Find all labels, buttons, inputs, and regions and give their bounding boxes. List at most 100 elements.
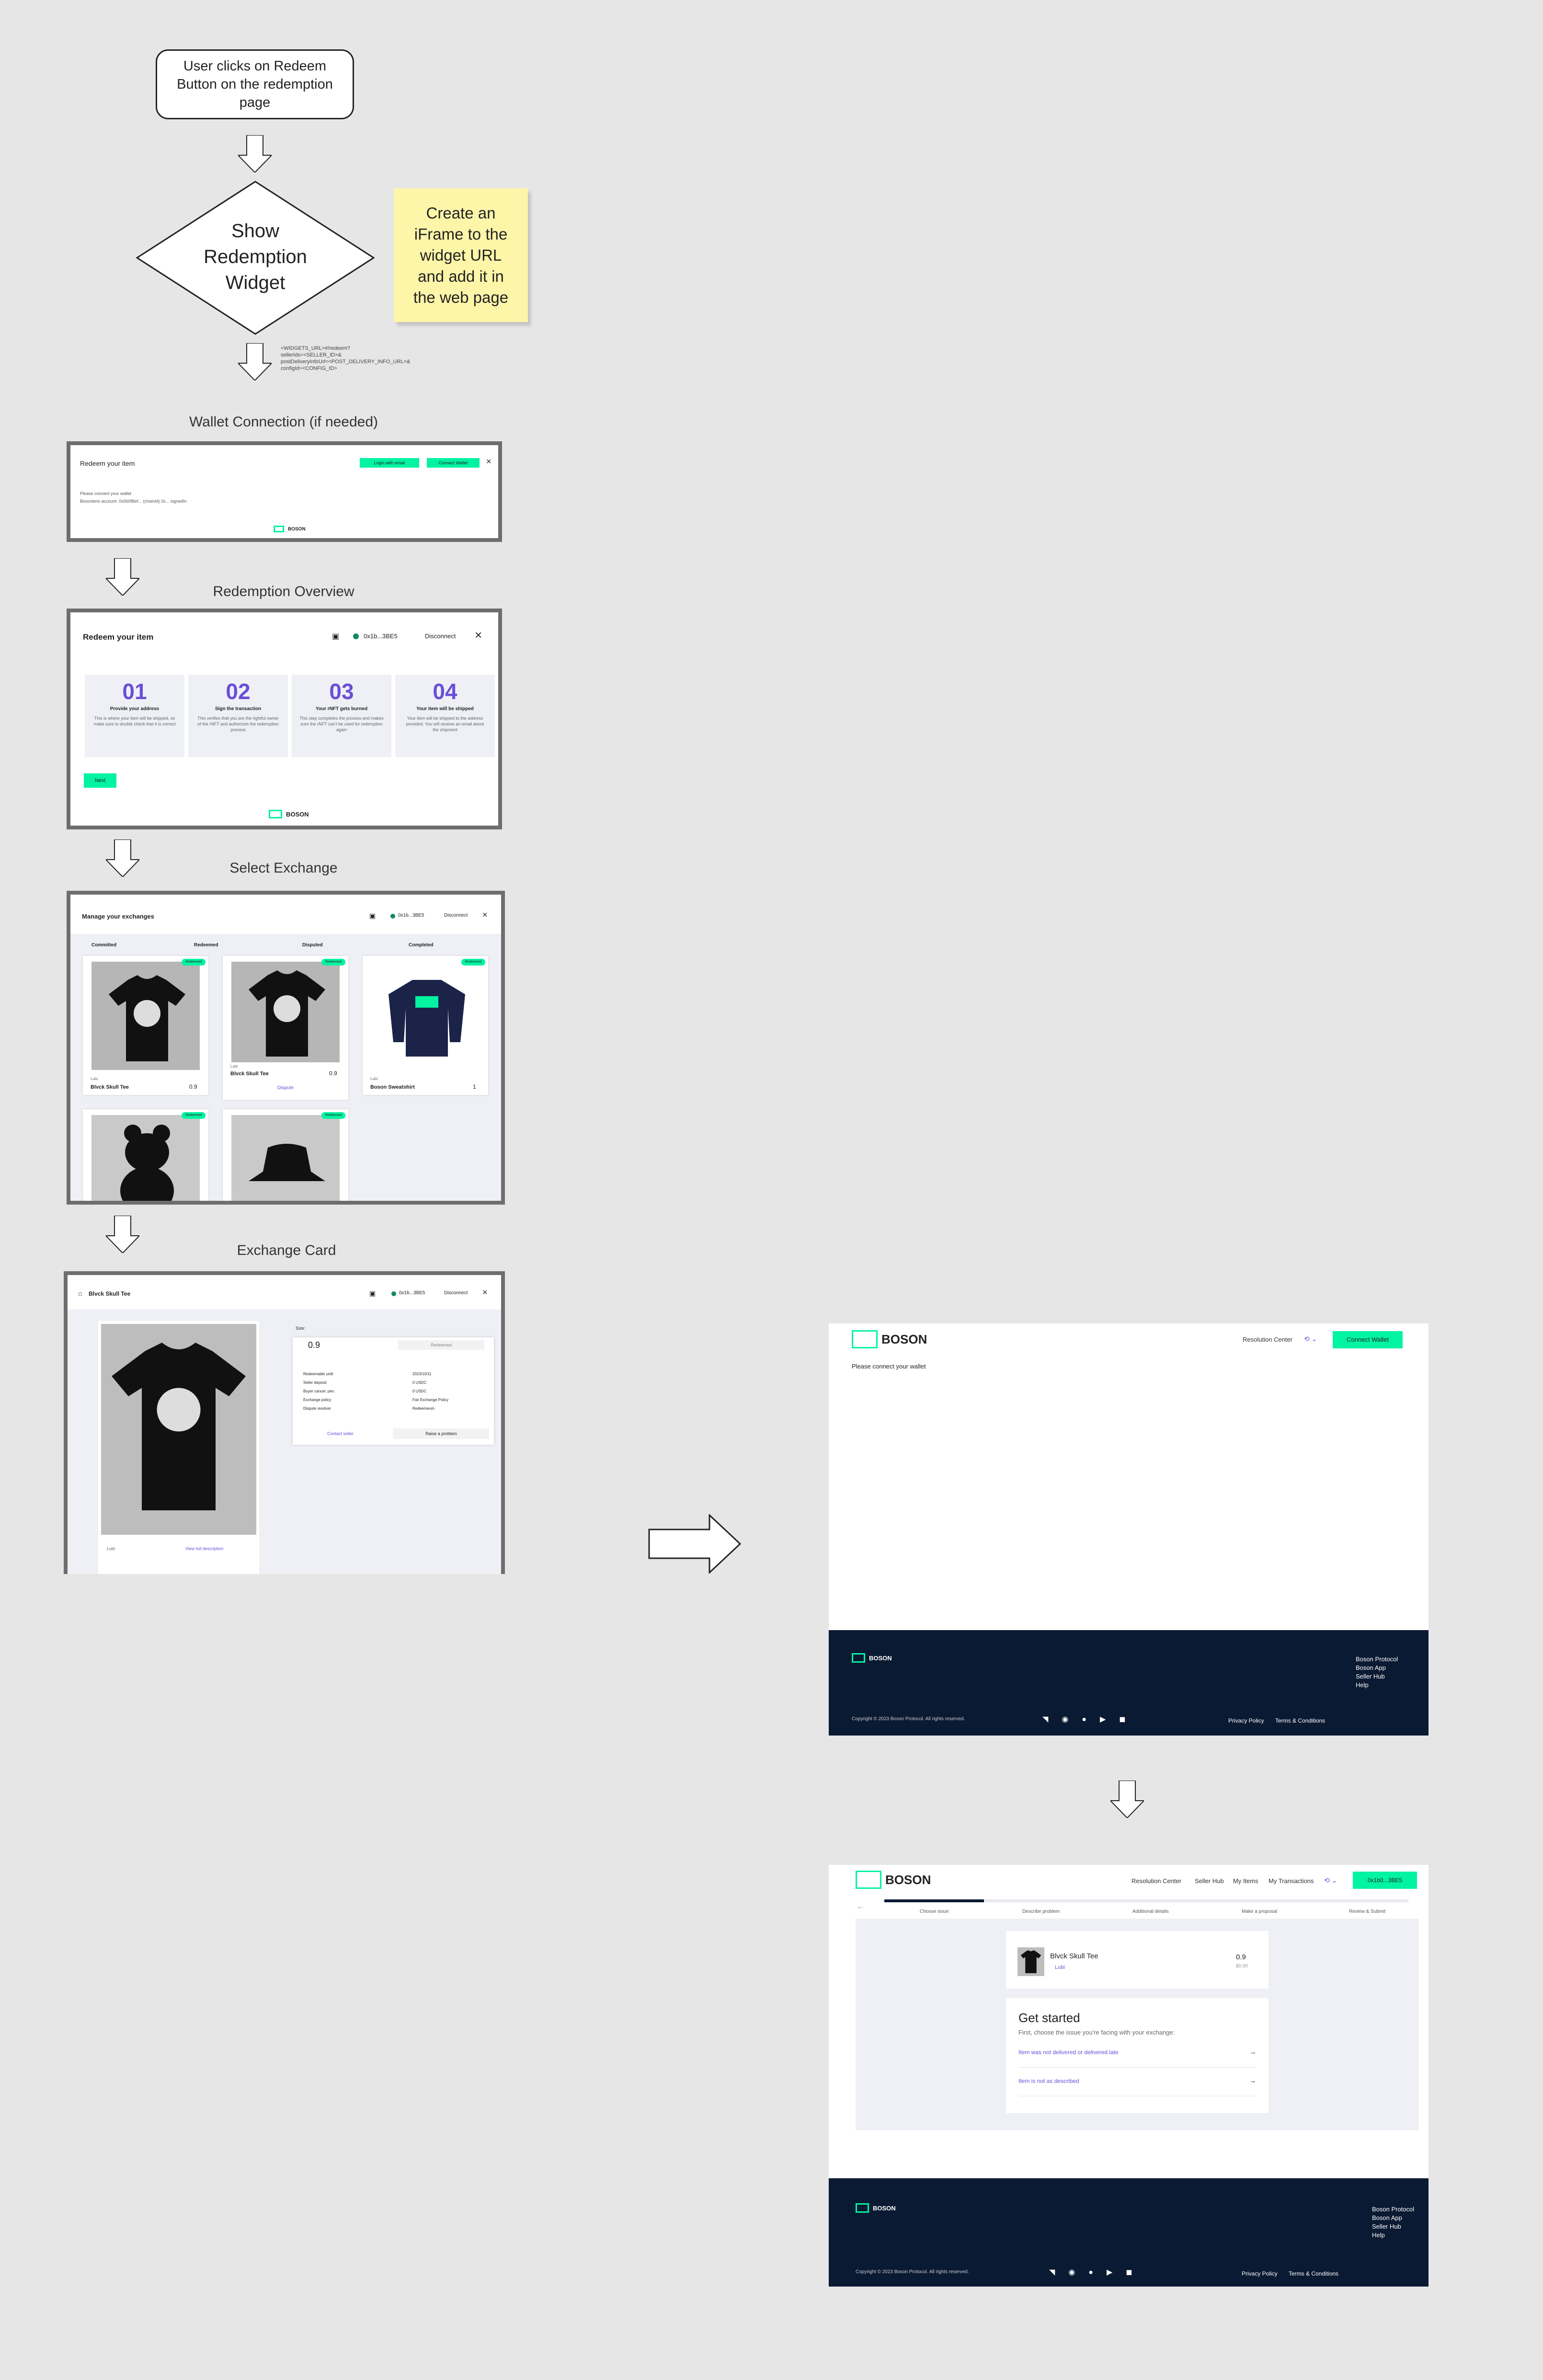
terms-link[interactable]: Terms & Conditions (1275, 1717, 1325, 1724)
detail-row: Redeemable until 2023/10/11 (303, 1372, 485, 1376)
connect-wallet-label: Connect Wallet (438, 460, 468, 465)
discord-icon[interactable]: ◉ (1068, 2268, 1088, 2277)
network-selector[interactable]: ⟲ ⌄ (1324, 1876, 1337, 1885)
footer-link-protocol[interactable]: Boson Protocol (1372, 2205, 1414, 2214)
discord-icon[interactable]: ◉ (1062, 1715, 1082, 1724)
decision-label: Show Redemption Widget (204, 220, 307, 293)
issue-option-not-as-described[interactable]: Item is not as described → (1018, 2077, 1256, 2096)
detail-value[interactable]: Fair Exchange Policy (412, 1398, 448, 1402)
step-number: 04 (433, 679, 457, 704)
item-price: 0.9 (1236, 1953, 1246, 1961)
nav-my-items[interactable]: My Items (1233, 1877, 1258, 1885)
bucket-hat-icon (249, 1144, 325, 1181)
footer-link-help[interactable]: Help (1356, 1681, 1398, 1690)
close-icon[interactable]: × (482, 910, 488, 920)
arrow-right-icon: → (1249, 2077, 1256, 2084)
disconnect-button[interactable]: Disconnect (444, 1290, 468, 1296)
exchange-card[interactable]: Redeemed (83, 1109, 208, 1201)
calendar-icon[interactable]: ▣ (369, 912, 376, 920)
dispute-button[interactable]: Dispute (223, 1085, 348, 1091)
footer-link-protocol[interactable]: Boson Protocol (1356, 1655, 1398, 1664)
connect-wallet-label: Connect Wallet (1347, 1336, 1389, 1343)
item-price: 0.9 (329, 1070, 337, 1077)
footer-link-seller-hub[interactable]: Seller Hub (1372, 2222, 1414, 2231)
price-value: 0.9 (308, 1340, 320, 1350)
exchange-card[interactable]: Redeemed Lubi Blvck Skull Tee 0.9 (83, 956, 208, 1095)
tab-disputed[interactable]: Disputed (302, 943, 323, 948)
privacy-link[interactable]: Privacy Policy (1242, 2270, 1278, 2277)
login-email-button[interactable]: Login with email (360, 458, 419, 468)
nav-resolution-center[interactable]: Resolution Center (1243, 1336, 1292, 1343)
contact-seller-button[interactable]: Contact seller (327, 1431, 354, 1436)
boson-logo-text: BOSON (869, 1654, 892, 1662)
footer-link-app[interactable]: Boson App (1372, 2214, 1414, 2222)
network-selector[interactable]: ⟲ ⌄ (1304, 1335, 1317, 1343)
github-icon[interactable]: ◼ (1126, 2268, 1145, 2277)
back-arrow-icon[interactable]: ← (857, 1901, 865, 1911)
tshirt-icon (109, 975, 185, 1061)
connect-wallet-button[interactable]: Connect Wallet (427, 458, 480, 468)
raise-problem-button[interactable]: Raise a problem (393, 1428, 489, 1439)
terms-link[interactable]: Terms & Conditions (1289, 2270, 1338, 2277)
calendar-icon[interactable]: ▣ (369, 1289, 376, 1298)
seller-name: Lubi (230, 1064, 238, 1069)
social-icons: ◥◉●▶◼ (1042, 1714, 1139, 1724)
disconnect-button[interactable]: Disconnect (444, 913, 468, 918)
calendar-icon[interactable]: ▣ (332, 632, 339, 641)
disconnect-button[interactable]: Disconnect (425, 632, 456, 640)
privacy-link[interactable]: Privacy Policy (1228, 1717, 1264, 1724)
down-arrow-icon (238, 343, 272, 380)
exchange-card[interactable]: Redeemed Lubi Boson Sweatshirt 1 (363, 956, 488, 1095)
close-icon[interactable]: × (486, 457, 491, 467)
url-note-line: sellerIds=<SELLER_ID>& (281, 352, 342, 358)
detail-key: Seller deposit (303, 1380, 327, 1385)
exchange-card[interactable]: Redeemed (223, 1109, 348, 1201)
tab-redeemed[interactable]: Redeemed (194, 943, 218, 948)
issue-option-not-delivered[interactable]: Item was not delivered or delivered late… (1018, 2048, 1256, 2068)
boson-logo: BOSON (852, 1653, 892, 1663)
footer: BOSON Boson Protocol Boson App Seller Hu… (829, 1630, 1429, 1736)
detail-row: Seller deposit 0 USDC (303, 1380, 485, 1385)
close-icon[interactable]: × (482, 1288, 488, 1298)
down-arrow-icon (106, 839, 139, 877)
progress-step: Describe problem (1022, 1909, 1060, 1914)
seller-name: Lubi (107, 1546, 115, 1551)
url-note-line: postDeliveryInfoUrl=<POST_DELIVERY_INFO_… (281, 359, 411, 365)
nav-my-transactions[interactable]: My Transactions (1269, 1877, 1314, 1885)
view-full-description-link[interactable]: View full description (185, 1546, 223, 1551)
github-icon[interactable]: ◼ (1119, 1715, 1139, 1724)
bear-icon (120, 1125, 174, 1201)
connect-wallet-button[interactable]: Connect Wallet (1333, 1331, 1403, 1348)
tab-committed[interactable]: Committed (91, 943, 116, 948)
nav-seller-hub[interactable]: Seller Hub (1195, 1877, 1224, 1885)
exchange-card[interactable]: Redeemed Lubi Blvck Skull Tee 0.9 Disput… (223, 956, 348, 1100)
footer-link-seller-hub[interactable]: Seller Hub (1356, 1672, 1398, 1681)
step-title: Sign the transaction (215, 706, 262, 712)
medium-icon[interactable]: ● (1082, 1715, 1100, 1724)
medium-icon[interactable]: ● (1088, 2268, 1107, 2277)
tab-completed[interactable]: Completed (409, 943, 434, 948)
get-started-heading: Get started (1018, 2011, 1080, 2025)
footer-links: Boson Protocol Boson App Seller Hub Help (1356, 1655, 1398, 1690)
wallet-msg: Please connect your wallet (80, 491, 132, 496)
wallet-msg-2: Bosonlens account: 0x0b0fBef... (chainId… (80, 499, 187, 504)
wallet-button[interactable]: 0x1b0...3BE5 (1353, 1872, 1417, 1889)
wallet-address: 0x1b0...3BE5 (1367, 1877, 1403, 1884)
next-button[interactable]: Next (84, 773, 116, 788)
home-icon[interactable]: ⌂ (78, 1289, 82, 1297)
nav-resolution-center[interactable]: Resolution Center (1132, 1877, 1181, 1885)
footer-link-help[interactable]: Help (1372, 2231, 1414, 2240)
twitter-icon[interactable]: ◥ (1042, 1715, 1062, 1724)
twitter-icon[interactable]: ◥ (1049, 2268, 1068, 2277)
connect-message: Please connect your wallet (852, 1363, 926, 1370)
product-image-panel: Lubi View full description (98, 1321, 259, 1574)
issue-option-label: Item was not delivered or delivered late (1018, 2049, 1119, 2056)
down-arrow-icon (1110, 1781, 1144, 1818)
dapp-connect-screen: BOSON Resolution Center ⟲ ⌄ Connect Wall… (829, 1323, 1429, 1736)
youtube-icon[interactable]: ▶ (1107, 2268, 1126, 2277)
issue-option-label: Item is not as described (1018, 2078, 1079, 2084)
close-icon[interactable]: × (475, 628, 482, 643)
footer-link-app[interactable]: Boson App (1356, 1664, 1398, 1672)
step-label-select: Select Exchange (229, 860, 338, 876)
youtube-icon[interactable]: ▶ (1100, 1715, 1119, 1724)
